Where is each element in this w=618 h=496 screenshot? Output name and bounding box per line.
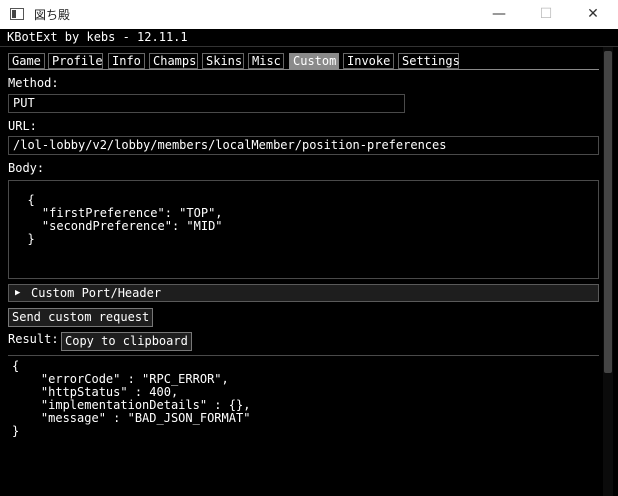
close-button[interactable]: ✕ [570, 0, 616, 29]
url-input[interactable]: /lol-lobby/v2/lobby/members/localMember/… [8, 136, 599, 155]
custom-port-header-label: Custom Port/Header [31, 286, 162, 300]
tab-settings[interactable]: Settings [398, 53, 460, 69]
app-icon [10, 8, 24, 20]
tab-info[interactable]: Info [108, 53, 145, 69]
custom-port-header-toggle[interactable]: ▶ Custom Port/Header [8, 284, 599, 302]
tab-game[interactable]: Game [8, 53, 45, 69]
tab-underline [8, 69, 599, 70]
tab-skins[interactable]: Skins [202, 53, 244, 69]
send-request-button[interactable]: Send custom request [8, 308, 154, 327]
expand-arrow-icon: ▶ [15, 288, 21, 298]
method-input[interactable]: PUT [8, 94, 405, 113]
window-titlebar: 図ち殿 — ☐ ✕ [0, 0, 618, 30]
app-titlebar: KBotExt by kebs - 12.11.1 [0, 29, 618, 47]
tab-misc[interactable]: Misc [248, 53, 284, 69]
vertical-scrollbar[interactable] [603, 47, 613, 496]
minimize-button[interactable]: — [476, 0, 522, 29]
maximize-button[interactable]: ☐ [523, 0, 569, 29]
result-output[interactable]: { "errorCode" : "RPC_ERROR", "httpStatus… [8, 355, 599, 496]
window-title: 図ち殿 [34, 8, 71, 22]
body-label: Body: [8, 161, 45, 175]
tab-champs[interactable]: Champs [149, 53, 198, 69]
body-textarea[interactable]: { "firstPreference": "TOP", "secondPrefe… [8, 180, 599, 279]
tab-invoke[interactable]: Invoke [343, 53, 394, 69]
scrollbar-thumb[interactable] [604, 51, 612, 373]
copy-to-clipboard-button[interactable]: Copy to clipboard [61, 332, 192, 351]
app-title: KBotExt by kebs - 12.11.1 [7, 30, 188, 44]
tab-custom[interactable]: Custom [289, 53, 339, 69]
tab-profile[interactable]: Profile [48, 53, 103, 69]
result-label: Result: [8, 332, 59, 346]
url-label: URL: [8, 119, 37, 133]
method-label: Method: [8, 76, 59, 90]
main-panel: Game Profile Info Champs Skins Misc Cust… [0, 47, 618, 496]
